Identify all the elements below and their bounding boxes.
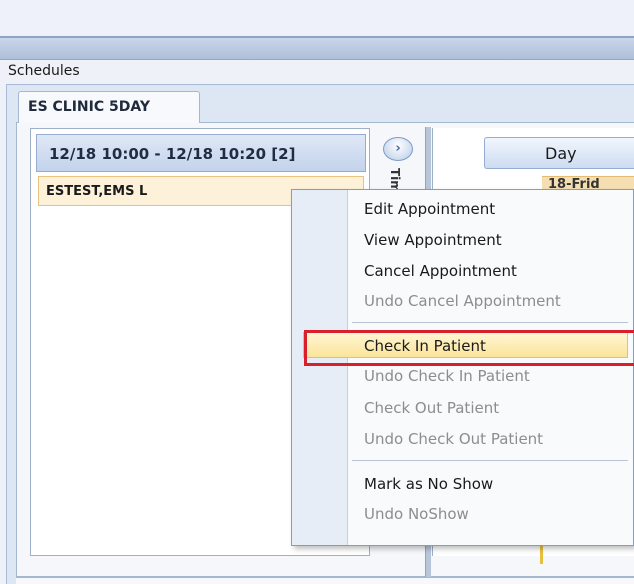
menu-undo-no-show: Undo NoShow (364, 505, 469, 523)
appointment-context-menu: Edit Appointment View Appointment Cancel… (291, 189, 634, 546)
tab-es-clinic-5day[interactable]: ES CLINIC 5DAY (18, 91, 200, 123)
menu-undo-check-out-patient: Undo Check Out Patient (364, 430, 544, 448)
menu-mark-no-show[interactable]: Mark as No Show (364, 475, 493, 493)
menu-separator (352, 460, 628, 461)
bottom-strip (16, 577, 634, 584)
menu-undo-cancel-appointment: Undo Cancel Appointment (364, 292, 561, 310)
menu-undo-check-in-patient: Undo Check In Patient (364, 367, 530, 385)
menu-icon-gutter (292, 190, 348, 545)
chevron-right-icon: › (395, 141, 401, 156)
day-view-button[interactable]: Day (484, 137, 634, 169)
slot-header[interactable]: 12/18 10:00 - 12/18 10:20 [2] (36, 134, 366, 172)
menu-edit-appointment[interactable]: Edit Appointment (364, 200, 495, 218)
menu-check-out-patient: Check Out Patient (364, 399, 500, 417)
schedules-title: Schedules (8, 63, 80, 79)
next-arrow-button[interactable]: › (383, 137, 413, 161)
menu-cancel-appointment[interactable]: Cancel Appointment (364, 262, 517, 280)
menu-separator (352, 322, 628, 323)
menu-view-appointment[interactable]: View Appointment (364, 231, 502, 249)
toolbar-band (0, 36, 634, 60)
top-strip (0, 0, 634, 36)
annotation-highlight-box (304, 330, 634, 366)
